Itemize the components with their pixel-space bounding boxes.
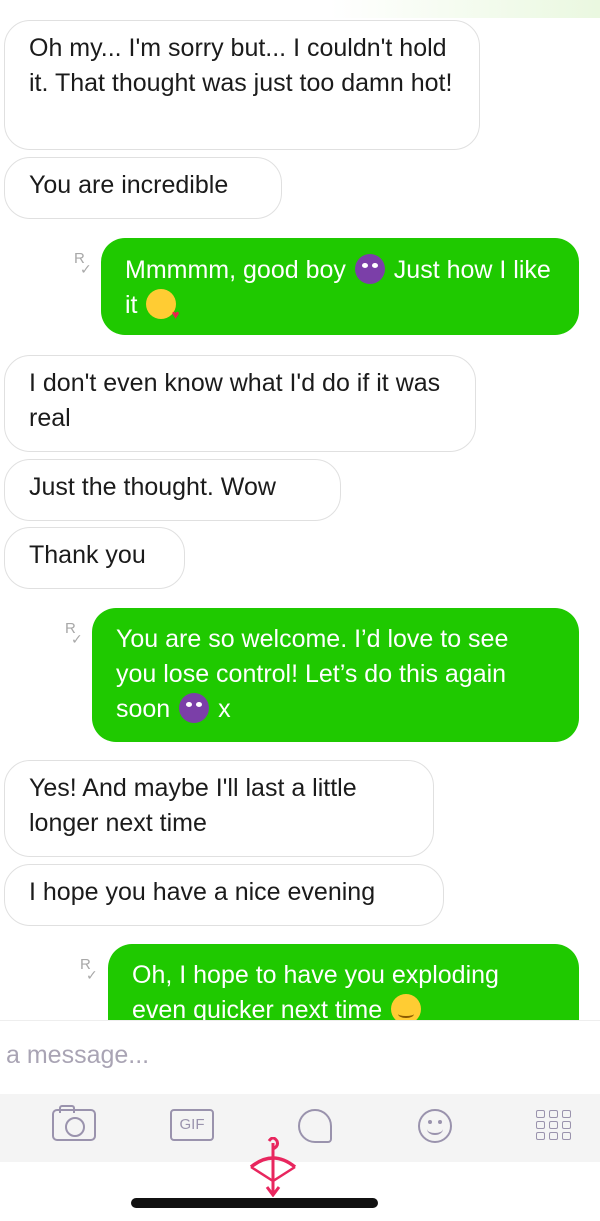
smiling-devil-emoji (179, 693, 210, 723)
camera-icon[interactable] (52, 1105, 96, 1141)
message-text: Mmmmm, good boy (125, 256, 346, 284)
gif-icon[interactable]: GIF (170, 1109, 214, 1141)
sticker-icon[interactable] (298, 1109, 332, 1143)
message-text: Yes! And maybe I'll last a little longer… (29, 774, 357, 837)
home-indicator[interactable] (131, 1198, 378, 1208)
message-outgoing: Mmmmm, good boy Just how I like it (101, 238, 579, 335)
message-text: You are so welcome. I’d love to see you … (116, 625, 509, 723)
message-text: I hope you have a nice evening (29, 878, 376, 906)
message-incoming: Yes! And maybe I'll last a little longer… (4, 760, 434, 857)
message-text: I don't even know what I'd do if it was … (29, 369, 441, 432)
message-text: x (218, 695, 231, 723)
message-text: Oh, I hope to have you exploding even qu… (132, 961, 499, 1020)
message-composer[interactable]: a message... (0, 1020, 600, 1094)
emoji-icon[interactable] (418, 1109, 452, 1143)
message-outgoing: Oh, I hope to have you exploding even qu… (108, 944, 579, 1020)
bottom-bar (0, 1137, 600, 1221)
read-receipt-icon: R ✓ (80, 956, 98, 983)
message-text: Thank you (29, 541, 146, 569)
message-incoming: You are incredible (4, 157, 282, 219)
message-text: Oh my... I'm sorry but... I couldn't hol… (29, 34, 453, 97)
message-incoming: Oh my... I'm sorry but... I couldn't hol… (4, 20, 480, 150)
message-incoming: Thank you (4, 527, 185, 589)
bow-and-arrow-logo-icon[interactable] (245, 1137, 301, 1197)
message-incoming: I hope you have a nice evening (4, 864, 444, 926)
message-outgoing: You are so welcome. I’d love to see you … (92, 608, 579, 742)
kissing-face-emoji (146, 289, 179, 321)
message-incoming: I don't even know what I'd do if it was … (4, 355, 476, 452)
message-list[interactable]: Oh my... I'm sorry but... I couldn't hol… (0, 0, 600, 1020)
message-text: You are incredible (29, 171, 229, 199)
message-incoming: Just the thought. Wow (4, 459, 341, 521)
smiling-devil-emoji (354, 254, 385, 284)
apps-grid-icon[interactable] (536, 1110, 572, 1142)
read-receipt-icon: R ✓ (74, 250, 92, 277)
blushing-smile-emoji (391, 994, 422, 1020)
message-text: Just the thought. Wow (29, 473, 276, 501)
read-receipt-icon: R ✓ (65, 620, 83, 647)
message-input[interactable]: a message... (6, 1041, 149, 1070)
